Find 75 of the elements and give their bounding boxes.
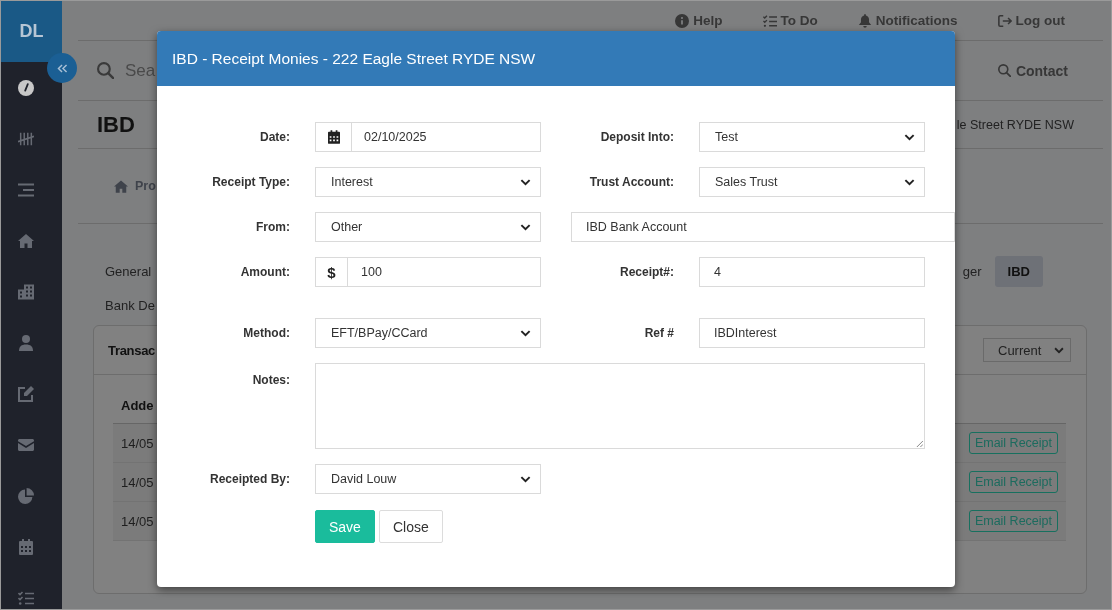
field-label: Amount: [240,265,290,279]
chevron-down-icon [520,329,531,337]
property-address: le Street RYDE NSW [956,117,1074,132]
contact-search-link[interactable]: Contact [997,62,1068,79]
calendar-button[interactable] [315,122,352,152]
home-icon [114,179,128,193]
field-label: Receipt#: [619,265,674,279]
tab[interactable]: Bank De [105,289,155,321]
column-header: Adde [121,398,154,413]
calendar-icon[interactable] [18,538,34,555]
calendar-icon [327,130,340,144]
dropdown[interactable]: David Louw [315,464,541,494]
dropdown[interactable]: EFT/BPay/CCard [315,318,541,348]
header-link[interactable]: To Do [762,13,818,28]
home-icon[interactable] [18,232,34,249]
breadcrumb-link[interactable]: Pro [135,179,156,193]
currency-symbol: $ [315,257,348,287]
text-field[interactable]: IBDInterest [699,318,925,348]
header-link[interactable]: Log out [997,13,1065,28]
field-label: Receipt Type: [212,175,290,189]
chevron-down-icon [904,178,915,186]
field-label: Receipted By: [209,472,290,486]
tally-marks-icon[interactable] [18,130,34,147]
chevron-down-icon [1054,346,1064,354]
tab[interactable]: ger [962,255,982,287]
bell-icon [857,13,872,28]
dropdown[interactable]: Test [699,122,925,152]
save-button[interactable]: Save [315,510,375,543]
search-icon [997,64,1011,77]
chevron-down-icon [520,223,531,231]
header-link[interactable]: Notifications [857,13,958,28]
field-label: Notes: [252,373,290,387]
chevron-down-icon [520,475,531,483]
info-icon [675,13,690,28]
amount-field[interactable]: 100 [348,257,541,287]
text-field[interactable]: IBD Bank Account [571,212,955,242]
card-title: Transac [108,342,156,358]
dropdown[interactable]: Other [315,212,541,242]
tab[interactable]: General [105,255,152,287]
date-field[interactable]: 02/10/2025 [352,122,541,152]
field-label: Date: [260,130,290,144]
table-cell: 14/05 [121,435,154,451]
field-label: Method: [243,326,290,340]
checklist-icon [762,13,777,28]
logo: DL [1,1,62,62]
checklist-icon[interactable] [18,589,34,606]
table-cell: 14/05 [121,474,154,490]
double-chevron-left-icon [56,63,68,73]
dropdown[interactable]: Sales Trust [699,167,925,197]
field-label: From: [256,220,290,234]
table-cell: 14/05 [121,513,154,529]
field-label: Ref # [644,326,674,340]
pie-chart-icon[interactable] [18,487,34,504]
dialog-title: IBD - Receipt Monies - 222 Eagle Street RYDE NSW [172,49,536,68]
tab[interactable]: IBD [994,255,1043,287]
user-icon[interactable] [18,334,34,351]
text-field[interactable]: 4 [699,257,925,287]
envelope-icon[interactable] [18,436,34,453]
field-label: Deposit Into: [600,130,674,144]
filter-dropdown[interactable]: Current [983,338,1071,362]
chevron-down-icon [904,133,915,141]
close-button[interactable]: Close [378,510,443,543]
bars-icon[interactable] [18,181,34,198]
gauge-icon[interactable] [18,79,34,96]
chevron-down-icon [520,178,531,186]
dropdown[interactable]: Interest [315,167,541,197]
search-icon [97,62,114,79]
notes-field[interactable] [315,363,925,449]
sign-out-icon [997,13,1012,28]
header-link[interactable]: Help [675,13,723,28]
resize-grip-icon [916,440,923,447]
field-label: Trust Account: [589,175,674,189]
edit-icon[interactable] [18,385,34,402]
page-title: IBD [97,111,135,138]
building-icon[interactable] [18,283,34,300]
